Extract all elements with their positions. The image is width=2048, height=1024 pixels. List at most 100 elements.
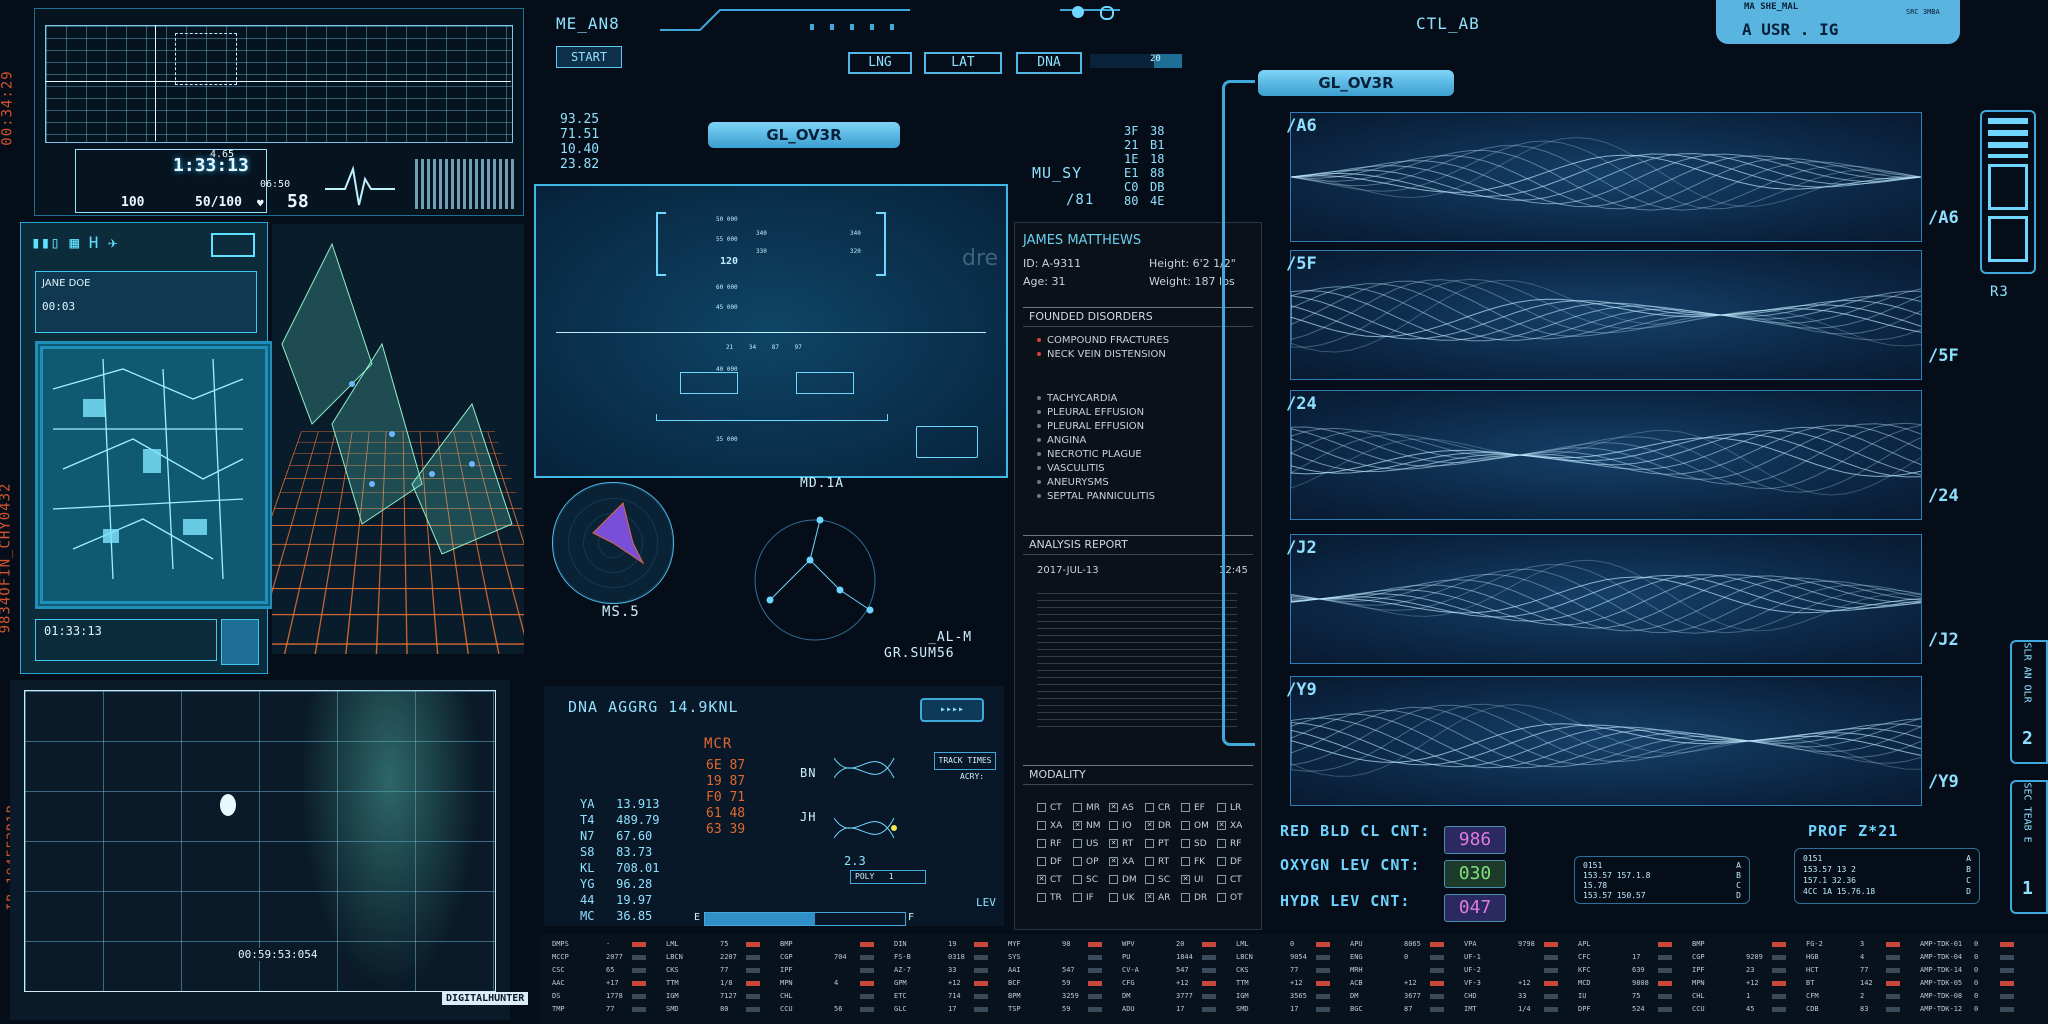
modality-header[interactable]: MODALITY [1023, 765, 1253, 785]
modality-option[interactable]: ✕ XA [1217, 821, 1242, 831]
modality-option[interactable]: EF [1181, 803, 1205, 813]
modality-option[interactable]: ✕ NM [1073, 821, 1101, 831]
disorders-header[interactable]: FOUNDED DISORDERS [1023, 307, 1253, 327]
waveform-panel[interactable] [1290, 390, 1922, 520]
modality-option[interactable]: DM [1109, 875, 1137, 885]
modality-option[interactable]: RT [1145, 857, 1169, 867]
checkbox-checked-icon[interactable]: ✕ [1109, 803, 1118, 812]
checkbox-icon[interactable] [1073, 893, 1082, 902]
modality-option[interactable]: LR [1217, 803, 1241, 813]
checkbox-checked-icon[interactable]: ✕ [1181, 875, 1190, 884]
checkbox-icon[interactable] [1073, 857, 1082, 866]
disorder-item[interactable]: ANEURYSMS [1037, 477, 1109, 488]
modality-option[interactable]: ✕ AS [1109, 803, 1134, 813]
disorder-item[interactable]: PLEURAL EFFUSION [1037, 407, 1144, 418]
modality-option[interactable]: ✕ XA [1109, 857, 1134, 867]
disorder-item[interactable]: TACHYCARDIA [1037, 393, 1117, 404]
world-map[interactable]: 00:59:53:054 DIGITALHUNTER [10, 680, 529, 1020]
modality-option[interactable]: CT [1217, 875, 1242, 885]
checkbox-icon[interactable] [1073, 803, 1082, 812]
dna-button[interactable]: DNA [1016, 52, 1082, 74]
waveform-panel[interactable] [1290, 250, 1922, 380]
checkbox-icon[interactable] [1073, 839, 1082, 848]
checkbox-checked-icon[interactable]: ✕ [1145, 821, 1154, 830]
checkbox-icon[interactable] [1181, 857, 1190, 866]
checkbox-icon[interactable] [1073, 875, 1082, 884]
checkbox-icon[interactable] [1109, 821, 1118, 830]
modality-option[interactable]: ✕ UI [1181, 875, 1203, 885]
checkbox-icon[interactable] [1181, 821, 1190, 830]
modality-option[interactable]: TR [1037, 893, 1062, 903]
waveform-panel[interactable] [1290, 676, 1922, 806]
disorder-item[interactable]: PLEURAL EFFUSION [1037, 421, 1144, 432]
checkbox-icon[interactable] [1217, 893, 1226, 902]
checkbox-icon[interactable] [1037, 857, 1046, 866]
modality-option[interactable]: IF [1073, 893, 1094, 903]
poly-field[interactable]: POLY 1 [850, 870, 926, 884]
checkbox-icon[interactable] [1145, 857, 1154, 866]
modality-option[interactable]: SC [1145, 875, 1170, 885]
disorder-red-1[interactable]: COMPOUND FRACTURES [1037, 335, 1169, 346]
report-header[interactable]: ANALYSIS REPORT [1023, 535, 1253, 555]
checkbox-checked-icon[interactable]: ✕ [1145, 893, 1154, 902]
start-button[interactable]: START [556, 46, 622, 68]
checkbox-icon[interactable] [1109, 875, 1118, 884]
modality-option[interactable]: ✕ DR [1145, 821, 1171, 831]
checkbox-icon[interactable] [1217, 857, 1226, 866]
modality-option[interactable]: RF [1037, 839, 1061, 849]
right-tab-1[interactable]: SLR AN OLR 2 [2010, 640, 2048, 764]
waveform-panel[interactable] [1290, 534, 1922, 664]
checkbox-icon[interactable] [1109, 893, 1118, 902]
disorder-item[interactable]: SEPTAL PANNICULITIS [1037, 491, 1155, 502]
checkbox-icon[interactable] [1181, 893, 1190, 902]
checkbox-icon[interactable] [1181, 803, 1190, 812]
checkbox-checked-icon[interactable]: ✕ [1037, 875, 1046, 884]
checkbox-icon[interactable] [1217, 875, 1226, 884]
lng-button[interactable]: LNG [848, 52, 912, 74]
checkbox-icon[interactable] [1037, 803, 1046, 812]
right-tab-2[interactable]: SEC TEAB E 1 [2010, 780, 2048, 914]
modality-option[interactable]: ✕ AR [1145, 893, 1170, 903]
modality-option[interactable]: ✕ RT [1109, 839, 1133, 849]
dna-play-button[interactable]: ▸▸▸▸ [920, 698, 984, 722]
patient-card[interactable]: JANE DOE 00:03 [35, 271, 257, 333]
modality-option[interactable]: DF [1217, 857, 1242, 867]
checkbox-icon[interactable] [1145, 803, 1154, 812]
glover-pill-2[interactable]: GL_OV3R [1258, 70, 1454, 96]
checkbox-icon[interactable] [1181, 839, 1190, 848]
disorder-item[interactable]: VASCULITIS [1037, 463, 1105, 474]
hud-lock-target[interactable] [916, 426, 978, 458]
modality-option[interactable]: RF [1217, 839, 1241, 849]
lat-button[interactable]: LAT [924, 52, 1002, 74]
checkbox-icon[interactable] [1037, 893, 1046, 902]
disorder-item[interactable]: NECROTIC PLAGUE [1037, 449, 1142, 460]
modality-option[interactable]: XA [1037, 821, 1062, 831]
modality-option[interactable]: MR [1073, 803, 1100, 813]
modality-option[interactable]: UK [1109, 893, 1135, 903]
modality-option[interactable]: DR [1181, 893, 1207, 903]
location-marker[interactable] [220, 794, 236, 816]
modality-option[interactable]: PT [1145, 839, 1169, 849]
modality-option[interactable]: SC [1073, 875, 1098, 885]
modality-option[interactable]: FK [1181, 857, 1205, 867]
disorder-item[interactable]: ANGINA [1037, 435, 1086, 446]
checkbox-icon[interactable] [1037, 821, 1046, 830]
checkbox-icon[interactable] [1145, 839, 1154, 848]
glover-pill[interactable]: GL_OV3R [708, 122, 900, 148]
level-slider[interactable] [704, 912, 906, 926]
checkbox-checked-icon[interactable]: ✕ [1217, 821, 1226, 830]
modality-option[interactable]: CR [1145, 803, 1171, 813]
modality-option[interactable]: OT [1217, 893, 1243, 903]
phone-icon[interactable] [221, 619, 259, 665]
modality-option[interactable]: IO [1109, 821, 1132, 831]
modality-option[interactable]: CT [1037, 803, 1062, 813]
checkbox-icon[interactable] [1217, 839, 1226, 848]
modality-option[interactable]: DF [1037, 857, 1062, 867]
checkbox-icon[interactable] [1217, 803, 1226, 812]
footer-card[interactable]: 01:33:13 [35, 619, 217, 661]
checkbox-checked-icon[interactable]: ✕ [1073, 821, 1082, 830]
modality-option[interactable]: OP [1073, 857, 1099, 867]
checkbox-checked-icon[interactable]: ✕ [1109, 839, 1118, 848]
user-badge[interactable]: MA SHE_MAL A USR . IG SRC 3MBA [1716, 0, 1960, 44]
modality-option[interactable]: OM [1181, 821, 1209, 831]
